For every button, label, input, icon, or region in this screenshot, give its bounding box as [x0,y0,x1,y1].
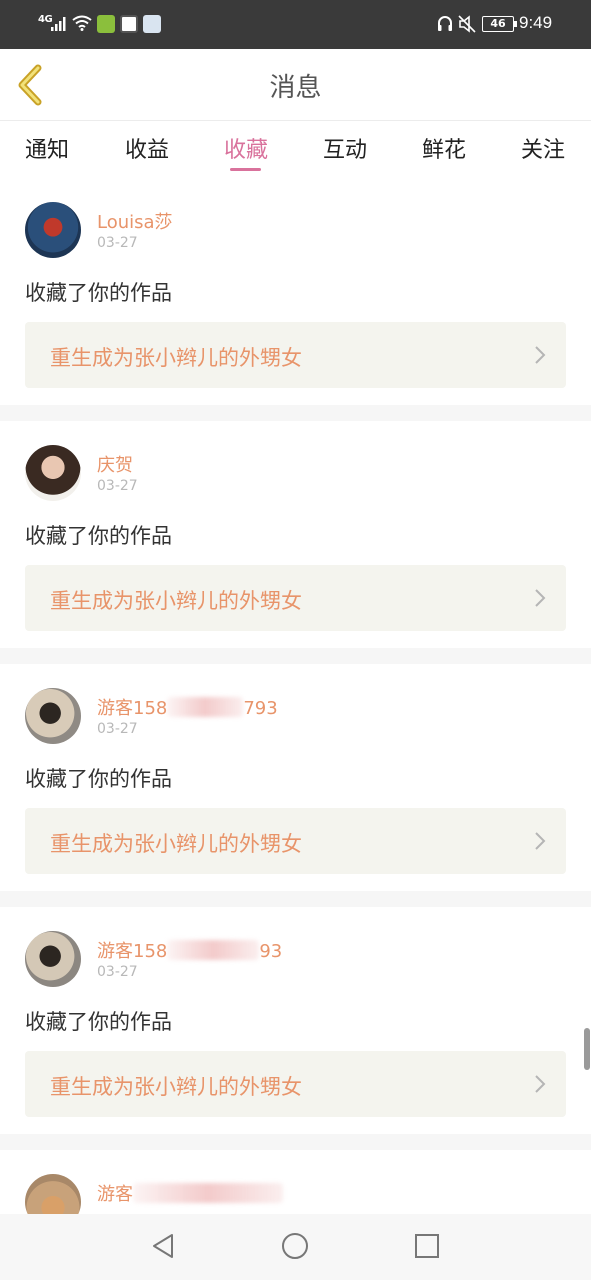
username[interactable]: 游客158 93 [97,937,282,963]
scrollbar[interactable] [584,1028,590,1070]
mute-icon [458,15,476,33]
tab-earnings[interactable]: 收益 [107,132,187,164]
back-triangle-icon[interactable] [150,1232,178,1260]
redacted-text [133,1183,283,1203]
page-title: 消息 [269,73,322,103]
clock: 9:49 [519,13,553,32]
date: 03-27 [97,235,138,251]
username[interactable]: Louisa莎 [97,208,173,234]
signal-icon [51,17,66,31]
notification-card: 游客 [0,1152,591,1214]
date: 03-27 [97,478,138,494]
recents-square-icon[interactable] [413,1232,441,1260]
work-link[interactable]: 重生成为张小辫儿的外甥女 [25,808,566,874]
tab-bar: 通知 收益 收藏 互动 鲜花 关注 [0,122,591,182]
tab-flowers[interactable]: 鲜花 [404,132,484,164]
tab-interaction[interactable]: 互动 [305,132,385,164]
chevron-right-icon [535,1075,546,1093]
avatar[interactable] [25,931,81,987]
divider [0,891,591,907]
headset-icon [438,16,452,31]
notification-card: 庆贺 03-27 收藏了你的作品 重生成为张小辫儿的外甥女 [0,423,591,650]
action-text: 收藏了你的作品 [25,524,172,548]
action-text: 收藏了你的作品 [25,1010,172,1034]
avatar[interactable] [25,688,81,744]
battery-icon: 46 [482,16,514,32]
avatar[interactable] [25,1174,81,1214]
header: 消息 [0,49,591,121]
wifi-icon [72,15,92,31]
chevron-right-icon [535,346,546,364]
chevron-right-icon [535,832,546,850]
date: 03-27 [97,964,138,980]
username[interactable]: 庆贺 [97,451,133,477]
status-bar: 4G 46 9:49 [0,0,591,49]
username[interactable]: 游客 [97,1180,283,1206]
redacted-text [167,940,260,960]
active-tab-indicator [230,168,261,171]
avatar[interactable] [25,445,81,501]
divider [0,1134,591,1150]
tab-notice[interactable]: 通知 [7,132,87,164]
work-title: 重生成为张小辫儿的外甥女 [50,346,302,370]
system-navigation-bar [0,1214,591,1280]
work-title: 重生成为张小辫儿的外甥女 [50,589,302,613]
app-notification-icon [143,15,161,33]
action-text: 收藏了你的作品 [25,281,172,305]
battery-tip [514,21,517,27]
work-title: 重生成为张小辫儿的外甥女 [50,832,302,856]
divider [0,405,591,421]
work-link[interactable]: 重生成为张小辫儿的外甥女 [25,565,566,631]
tab-favorites[interactable]: 收藏 [206,132,286,164]
date: 03-27 [97,721,138,737]
notification-card: Louisa莎 03-27 收藏了你的作品 重生成为张小辫儿的外甥女 [0,180,591,407]
notification-card: 游客158 793 03-27 收藏了你的作品 重生成为张小辫儿的外甥女 [0,666,591,893]
work-link[interactable]: 重生成为张小辫儿的外甥女 [25,1051,566,1117]
notification-card: 游客158 93 03-27 收藏了你的作品 重生成为张小辫儿的外甥女 [0,909,591,1136]
chevron-right-icon [535,589,546,607]
avatar[interactable] [25,202,81,258]
work-link[interactable]: 重生成为张小辫儿的外甥女 [25,322,566,388]
app-notification-icon [120,15,138,33]
home-circle-icon[interactable] [281,1232,309,1260]
work-title: 重生成为张小辫儿的外甥女 [50,1075,302,1099]
tab-follow[interactable]: 关注 [503,132,583,164]
divider [0,648,591,664]
app-notification-icon [97,15,115,33]
redacted-text [167,697,244,717]
username[interactable]: 游客158 793 [97,694,278,720]
action-text: 收藏了你的作品 [25,767,172,791]
